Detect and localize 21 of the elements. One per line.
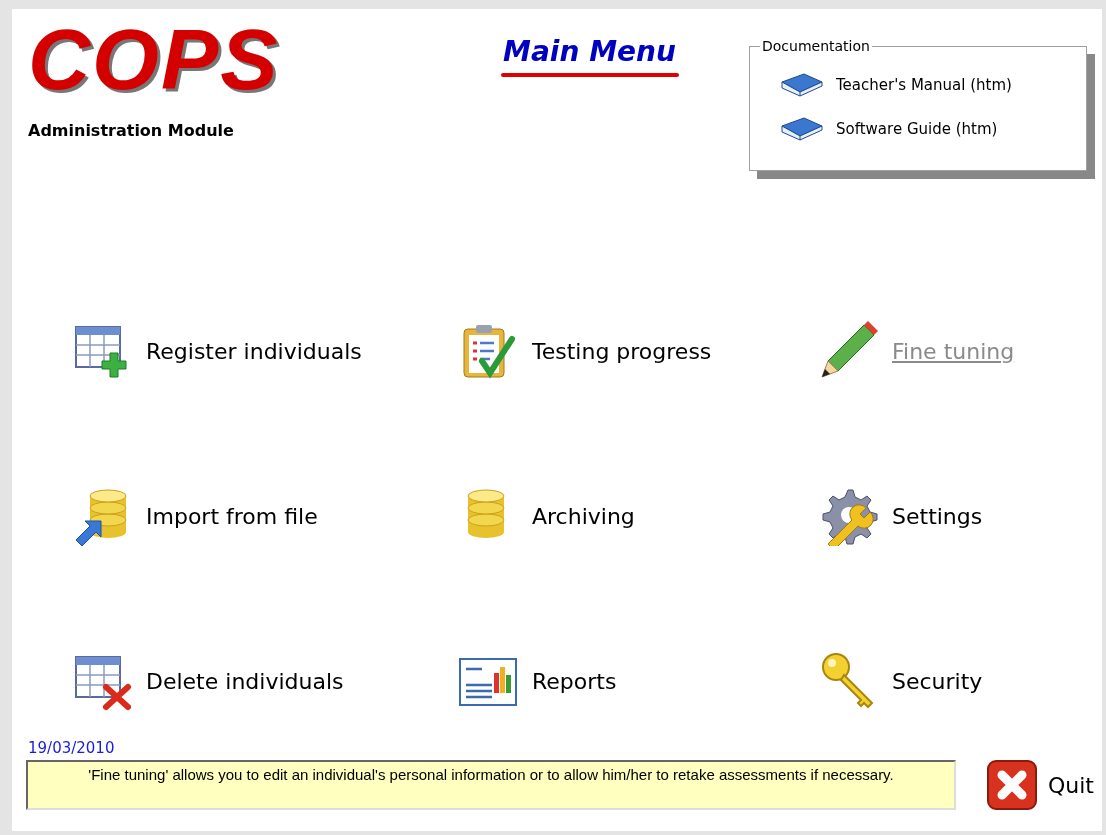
module-subtitle: Administration Module [28,120,235,142]
menu-item[interactable]: Settings [818,486,1078,546]
book-icon [780,116,824,142]
documentation-link[interactable]: Teacher's Manual (htm) [780,63,1056,107]
book-icon [780,72,824,98]
menu-item[interactable]: Testing progress [458,321,818,381]
menu-item[interactable]: Delete individuals [72,651,458,711]
menu-item[interactable]: Archiving [458,486,818,546]
pencil-icon [818,321,878,381]
page-title: Main Menu [503,35,676,69]
menu-item[interactable]: Import from file [72,486,458,546]
quit-button[interactable]: Quit [986,759,1094,811]
menu-item[interactable]: Security [818,651,1078,711]
date-label: 19/03/2010 [27,739,116,757]
menu-item[interactable]: Reports [458,651,818,711]
menu-item[interactable]: Register individuals [72,321,458,381]
cops-logo: COPS [28,19,281,99]
documentation-link[interactable]: Software Guide (htm) [780,107,1056,151]
status-message: 'Fine tuning' allows you to edit an individual's personal information or to allow him/her to retake assessments if necessary. [26,760,956,810]
documentation-legend: Documentation [760,36,872,57]
close-icon [986,759,1038,811]
